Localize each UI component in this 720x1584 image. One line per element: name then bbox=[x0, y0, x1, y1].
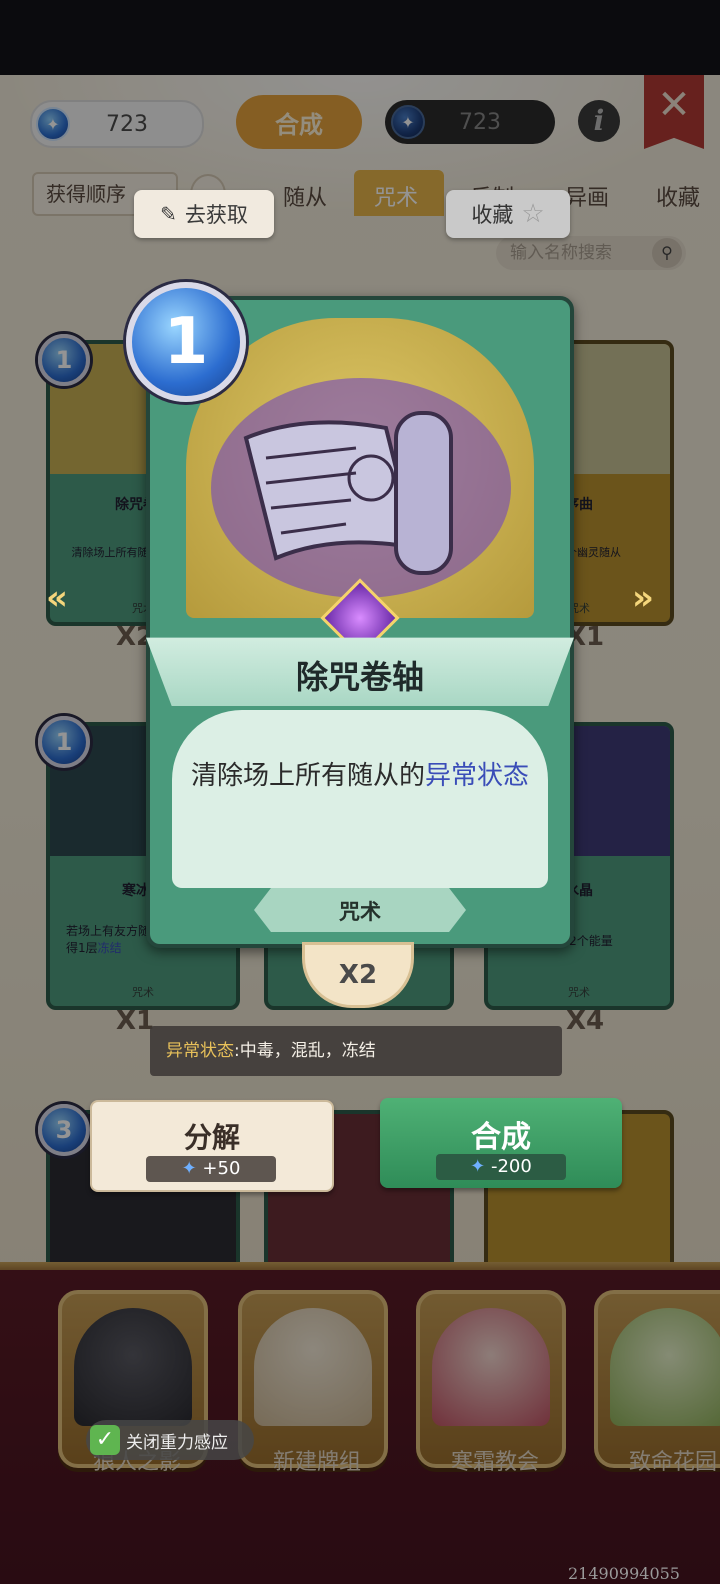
card-type: 咒术 bbox=[339, 900, 381, 924]
card-desc-text: 清除场上所有随从的 bbox=[190, 761, 425, 791]
decompose-button[interactable]: 分解 ✦ +50 bbox=[90, 1100, 334, 1192]
gravity-toggle-label: 关闭重力感应 bbox=[126, 1432, 228, 1453]
card-desc: 清除场上所有随从的异常状态 bbox=[190, 760, 530, 792]
decompose-label: 分解 bbox=[183, 1121, 240, 1154]
craft-cost: ✦ -200 bbox=[436, 1154, 566, 1180]
go-get-button[interactable]: ✎ 去获取 bbox=[134, 190, 274, 238]
feather-icon: ✎ bbox=[160, 202, 177, 226]
decompose-value: +50 bbox=[202, 1158, 241, 1179]
footer-id: 21490994055 bbox=[568, 1564, 680, 1583]
craft-label: 合成 bbox=[471, 1120, 531, 1155]
desc-box bbox=[172, 710, 548, 888]
checkbox-icon: ✓ bbox=[90, 1425, 120, 1455]
cost-badge: 1 bbox=[126, 282, 246, 402]
gravity-toggle[interactable]: ✓ 关闭重力感应 bbox=[86, 1420, 254, 1460]
go-get-label: 去获取 bbox=[184, 203, 248, 227]
next-arrow-icon[interactable]: » bbox=[632, 578, 654, 618]
keyword-text: :中毒，混乱，冻结 bbox=[234, 1041, 376, 1061]
gem-icon: ✦ bbox=[181, 1158, 197, 1179]
keyword-tooltip: 异常状态:中毒，混乱，冻结 bbox=[150, 1026, 562, 1076]
favorite-label: 收藏 bbox=[471, 203, 514, 227]
craft-button[interactable]: 合成 ✦ -200 bbox=[380, 1098, 622, 1188]
card-desc-highlight: 异常状态 bbox=[425, 761, 530, 791]
keyword-label: 异常状态 bbox=[166, 1041, 234, 1061]
craft-value: -200 bbox=[490, 1156, 532, 1177]
decompose-reward: ✦ +50 bbox=[146, 1156, 276, 1182]
favorite-button[interactable]: 收藏 ☆ bbox=[446, 190, 570, 238]
star-icon: ☆ bbox=[521, 199, 545, 229]
prev-arrow-icon[interactable]: « bbox=[46, 578, 68, 618]
gem-icon: ✦ bbox=[470, 1156, 486, 1177]
card-name: 除咒卷轴 bbox=[295, 658, 424, 696]
